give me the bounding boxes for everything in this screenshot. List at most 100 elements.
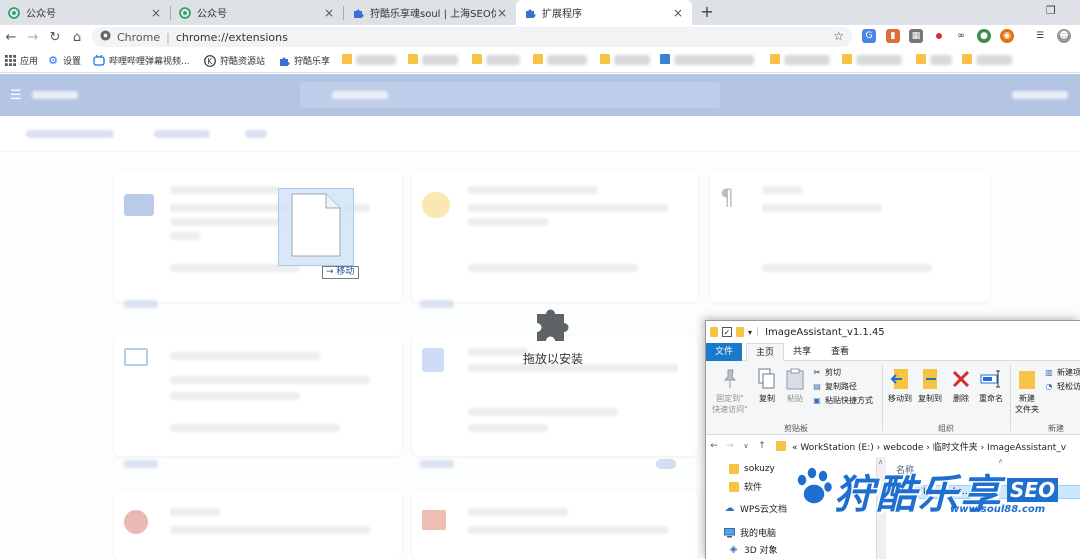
avatar[interactable]: ☻ xyxy=(1057,29,1071,43)
puzzle-icon xyxy=(508,300,598,344)
easy-access-button[interactable]: ◔ 轻松访 xyxy=(1044,381,1080,392)
ribbon-home: 固定到" 快速访问" 复制 粘贴 ✂ 剪切 ▤ 复制路径 ▣ 粘贴快捷方式 剪贴… xyxy=(706,361,1080,435)
copy-to-button[interactable]: 复制到 xyxy=(916,367,944,404)
paste-shortcut-button[interactable]: ▣ 粘贴快捷方式 xyxy=(812,395,873,406)
bookmark-soul[interactable]: 狩酷乐享 xyxy=(278,54,330,67)
up-icon[interactable]: ↑ xyxy=(754,441,770,451)
close-icon[interactable]: × xyxy=(323,6,335,20)
new-tab-button[interactable]: + xyxy=(697,2,717,22)
copy-path-button[interactable]: ▤ 复制路径 xyxy=(812,381,857,392)
extension-icon[interactable]: ▮ xyxy=(886,29,900,43)
rename-button[interactable]: 重命名 xyxy=(976,367,1006,404)
puzzle-icon xyxy=(524,7,536,19)
drop-zone[interactable]: 拖放以安装 xyxy=(508,300,598,367)
address-bar[interactable]: Chrome | chrome://extensions ☆ xyxy=(92,27,852,47)
cut-button[interactable]: ✂ 剪切 xyxy=(812,367,841,378)
wechat-mp-icon xyxy=(179,6,191,19)
record-extension-icon[interactable] xyxy=(932,29,946,43)
forward-icon[interactable]: → xyxy=(722,441,738,451)
bookmark-folder[interactable] xyxy=(472,54,482,64)
bookmark-folder[interactable] xyxy=(600,54,610,64)
tab-extensions[interactable]: 扩展程序 × xyxy=(516,0,692,25)
new-folder-button[interactable]: 新建 文件夹 xyxy=(1013,367,1041,415)
nav-item-this-pc[interactable]: 我的电脑 xyxy=(724,526,776,539)
store-extension-icon[interactable]: ▦ xyxy=(909,29,923,43)
bilibili-icon xyxy=(93,55,105,67)
bookmark-bilibili[interactable]: 哔哩哔哩弹幕视频... xyxy=(93,54,190,67)
bookmark-folder[interactable] xyxy=(342,54,352,64)
move-to-button[interactable]: 移动到 xyxy=(886,367,914,404)
folder-icon xyxy=(728,463,739,474)
paw-icon xyxy=(794,466,834,511)
bookmark-resource-site[interactable]: K 狩酷资源站 xyxy=(204,54,265,67)
copy-to-icon xyxy=(919,367,941,391)
tab-file[interactable]: 文件 xyxy=(706,343,743,361)
copy-label: 复制 xyxy=(759,394,775,403)
bookmark-folder[interactable] xyxy=(916,54,926,64)
wechat-mp-icon xyxy=(8,6,20,19)
extension-icon[interactable]: ◉ xyxy=(1000,29,1014,43)
bookmark-folder[interactable] xyxy=(842,54,852,64)
move-to-icon xyxy=(889,367,911,391)
bookmark-folder[interactable] xyxy=(962,54,972,64)
tab-home[interactable]: 主页 xyxy=(746,343,785,361)
paste-button[interactable]: 粘贴 xyxy=(782,367,808,404)
delete-button[interactable]: 删除 xyxy=(950,367,972,404)
bookmark-folder[interactable] xyxy=(533,54,543,64)
tab-strip: 公众号 × 公众号 × 狩酷乐享魂soul | 上海SEO优化 × 扩展程序 ×… xyxy=(0,0,1080,25)
bookmark-folder[interactable] xyxy=(770,54,780,64)
new-item-button[interactable]: ▥ 新建项 xyxy=(1044,367,1080,378)
close-icon[interactable]: × xyxy=(672,6,684,20)
dragged-file[interactable] xyxy=(278,188,354,266)
tab-share[interactable]: 共享 xyxy=(784,343,820,361)
pin-label: 固定到" 快速访问" xyxy=(712,394,748,414)
folder-icon[interactable] xyxy=(736,327,744,337)
back-icon[interactable]: ← xyxy=(706,441,722,451)
forward-icon[interactable]: → xyxy=(22,30,44,45)
glasses-extension-icon[interactable]: ∞ xyxy=(954,29,968,43)
tab-title: 扩展程序 xyxy=(542,9,582,20)
copy-button[interactable]: 复制 xyxy=(754,367,780,404)
group-organize-label: 组织 xyxy=(938,424,954,433)
translate-extension-icon[interactable]: G xyxy=(862,29,876,43)
url-text: chrome://extensions xyxy=(175,30,288,44)
tab-1[interactable]: 公众号 × xyxy=(0,0,170,25)
bookmark-star-icon[interactable]: ☆ xyxy=(833,29,844,43)
close-icon[interactable]: × xyxy=(150,6,162,20)
scissors-icon: ✂ xyxy=(813,368,821,377)
nav-item-software[interactable]: 软件 xyxy=(728,480,762,493)
bookmark-item[interactable] xyxy=(660,54,670,64)
chevron-down-icon[interactable]: ∨ xyxy=(738,442,754,450)
close-icon[interactable]: × xyxy=(496,6,508,20)
new-folder-label: 新建 文件夹 xyxy=(1015,394,1039,414)
restore-window-icon[interactable]: ❐ xyxy=(1046,4,1056,17)
nav-item-wps-cloud[interactable]: ☁ WPS云文档 xyxy=(724,502,788,515)
paste-label: 粘贴 xyxy=(787,394,803,403)
reload-icon[interactable]: ↻ xyxy=(44,30,66,45)
back-icon[interactable]: ← xyxy=(0,30,22,45)
paste-shortcut-icon: ▣ xyxy=(813,396,821,405)
home-icon[interactable]: ⌂ xyxy=(66,30,88,45)
watermark-url: www.soul88.com xyxy=(950,504,1046,515)
new-folder-icon xyxy=(1016,367,1038,391)
tab-3[interactable]: 狩酷乐享魂soul | 上海SEO优化 × xyxy=(344,0,516,25)
bookmark-apps[interactable]: 应用 xyxy=(4,54,38,67)
tab-view[interactable]: 查看 xyxy=(822,343,858,361)
drop-to-install-text: 拖放以安装 xyxy=(522,352,583,366)
globe-extension-icon[interactable]: ● xyxy=(977,29,991,43)
check-icon[interactable]: ✓ xyxy=(722,327,732,337)
computer-icon xyxy=(724,527,735,538)
bookmark-settings[interactable]: ⚙ 设置 xyxy=(47,54,81,67)
breadcrumb[interactable]: « WorkStation (E:) › webcode › 临时文件夹 › I… xyxy=(792,440,1066,453)
tab-title: 公众号 xyxy=(197,9,227,20)
bookmark-label: 哔哩哔哩弹幕视频... xyxy=(109,57,190,67)
nav-item-3d-objects[interactable]: ◈ 3D 对象 xyxy=(728,543,778,556)
bookmark-label: 狩酷乐享 xyxy=(294,57,331,67)
tab-2[interactable]: 公众号 × xyxy=(171,0,343,25)
nav-item-sokuzy[interactable]: sokuzy xyxy=(728,463,775,474)
reading-list-icon[interactable]: ☰ xyxy=(1033,29,1047,43)
dropdown-icon[interactable]: ▾ xyxy=(748,328,752,337)
pin-quick-access-button[interactable]: 固定到" 快速访问" xyxy=(710,367,750,415)
chrome-logo-icon xyxy=(100,30,111,44)
bookmark-folder[interactable] xyxy=(408,54,418,64)
